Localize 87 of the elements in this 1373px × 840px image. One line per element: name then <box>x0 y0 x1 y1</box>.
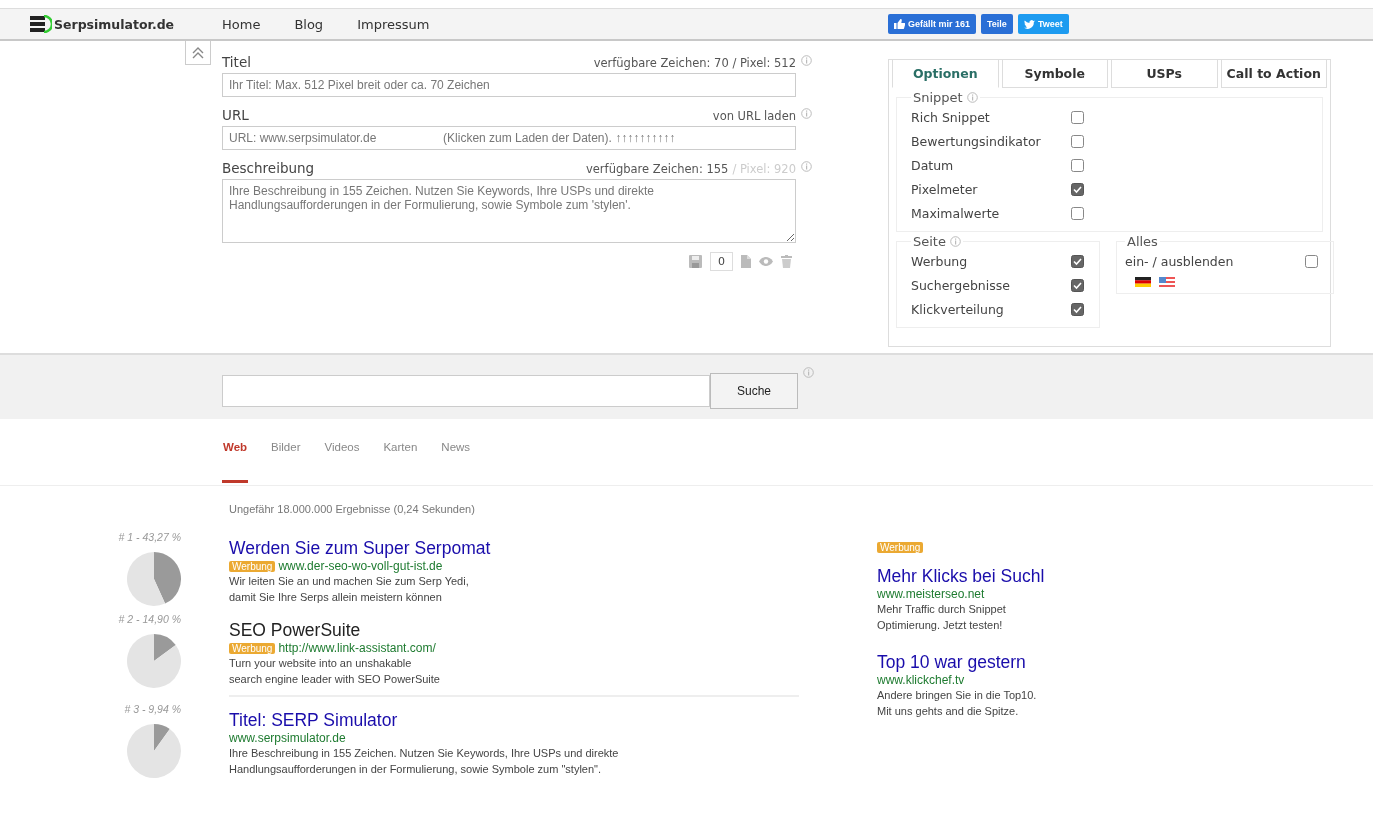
checkbox[interactable] <box>1071 182 1084 196</box>
checkbox[interactable] <box>1071 302 1084 316</box>
eye-icon[interactable] <box>759 257 773 266</box>
checkbox[interactable] <box>1071 134 1084 148</box>
nav-link[interactable]: Home <box>222 16 261 32</box>
ad-badge: Werbung <box>229 560 276 572</box>
checkbox[interactable] <box>1071 110 1084 124</box>
search-tab[interactable]: Videos <box>323 441 361 483</box>
option-label: Klickverteilung <box>911 301 1005 317</box>
result-title[interactable]: Werden Sie zum Super Serpomat <box>229 537 491 559</box>
double-chevron-up-icon <box>191 45 205 60</box>
input-field[interactable]: URL: www.serpsimulator.de (Klicken zum Laden der Daten). ↑↑↑↑↑↑↑↑↑↑ <box>222 126 796 150</box>
counter-text: verfügbare Zeichen: 155 <box>586 162 729 176</box>
checkbox[interactable] <box>1071 158 1084 172</box>
tab[interactable]: Symbole <box>1001 60 1108 88</box>
tab[interactable]: USPs <box>1111 60 1218 88</box>
result-url: http://www.link-assistant.com/ <box>278 641 436 655</box>
option-label: Werbung <box>911 253 969 269</box>
search-tab[interactable]: Karten <box>382 441 419 483</box>
checkbox[interactable] <box>1071 278 1084 292</box>
ad-title[interactable]: Mehr Klicks bei Suchl <box>877 565 1045 587</box>
option-label: Maximalwerte <box>911 205 1001 221</box>
counter-text: von URL laden <box>712 109 796 123</box>
checkbox[interactable] <box>1071 206 1084 220</box>
result-url: www.serpsimulator.de <box>229 731 346 745</box>
ad-title[interactable]: Top 10 war gestern <box>877 651 1045 673</box>
nav-link[interactable]: Blog <box>294 16 324 32</box>
rank-text: # 3 - 9,94 % <box>124 703 181 715</box>
ad-description: Mehr Traffic durch Snippet Optimierung. Jetzt testen! <box>877 602 1007 633</box>
field-label: Titel <box>222 54 251 70</box>
option-label: Datum <box>911 157 955 173</box>
bird-icon <box>1023 19 1035 29</box>
result-url: www.der-seo-wo-voll-gut-ist.de <box>278 559 443 573</box>
info-icon <box>801 55 812 66</box>
site-logo[interactable]: Serpsimulator.de <box>54 16 175 32</box>
info-icon <box>966 92 978 103</box>
option-label: ein- / ausblenden <box>1125 253 1235 269</box>
search-tab[interactable]: Web <box>222 441 249 483</box>
rank-text: # 1 - 43,27 % <box>118 531 181 543</box>
search-tab[interactable]: Bilder <box>270 441 302 483</box>
result-stats: Ungefähr 18.000.000 Ergebnisse (0,24 Sekunden) <box>229 503 476 515</box>
option-label: Suchergebnisse <box>911 277 1011 293</box>
result-description: Turn your website into an unshakable search engine leader with SEO PowerSuite <box>229 656 440 687</box>
logo-icon <box>30 15 52 33</box>
german-flag-icon[interactable] <box>1135 277 1151 287</box>
rank-text: # 2 - 14,90 % <box>118 613 181 625</box>
field-label: URL <box>222 107 249 123</box>
tab[interactable]: Optionen <box>892 60 999 88</box>
like-button[interactable]: Gefällt mir 161 <box>888 14 977 34</box>
option-label: Rich Snippet <box>911 109 991 125</box>
trash-icon[interactable] <box>781 255 792 268</box>
ad-url: www.klickchef.tv <box>877 673 965 687</box>
counter-text: verfügbare Zeichen: 70 / Pixel: 512 <box>593 56 796 70</box>
description-field[interactable]: Ihre Beschreibung in 155 Zeichen. Nutzen Sie Keywords, Ihre USPs und direkte Handlungsaufforderungen in der Formulierung, sowie Symbole zum 'stylen'. <box>222 179 796 243</box>
info-icon <box>801 161 812 172</box>
ad-url: www.meisterseo.net <box>877 587 985 601</box>
result-title[interactable]: Titel: SERP Simulator <box>229 709 619 731</box>
result-title[interactable]: SEO PowerSuite <box>229 619 440 641</box>
ad-description: Andere bringen Sie in die Top10. Mit uns gehts and die Spitze. <box>877 688 1038 719</box>
us-flag-icon[interactable] <box>1159 277 1175 287</box>
thumbs-up-icon <box>894 19 905 29</box>
info-icon <box>801 108 812 119</box>
info-icon <box>803 367 814 378</box>
field-label: Beschreibung <box>222 160 315 176</box>
ad-badge: Werbung <box>877 542 924 553</box>
search-button[interactable]: Suche <box>710 373 798 409</box>
checkbox[interactable] <box>1071 254 1084 268</box>
search-field[interactable] <box>222 375 710 407</box>
save-icon[interactable] <box>689 255 702 268</box>
tab[interactable]: Call to Action <box>1220 60 1327 88</box>
search-tab[interactable]: News <box>440 441 472 483</box>
info-icon <box>949 236 961 247</box>
group-legend: Alles <box>1127 234 1158 249</box>
checkbox[interactable] <box>1305 254 1318 268</box>
ad-badge: Werbung <box>229 642 276 654</box>
collapse-button[interactable] <box>185 41 211 65</box>
group-legend: Snippet <box>913 90 963 105</box>
document-icon[interactable] <box>741 255 751 268</box>
option-label: Bewertungsindikator <box>911 133 1042 149</box>
result-description: Ihre Beschreibung in 155 Zeichen. Nutzen Sie Keywords, Ihre USPs und direkte Handlungsaufforderungen in der Formulierung, sowie Symbole zum "stylen". <box>229 746 619 777</box>
group-legend: Seite <box>913 234 946 249</box>
count-badge: 0 <box>710 252 733 271</box>
share-button[interactable]: Teile <box>981 14 1013 34</box>
result-description: Wir leiten Sie an und machen Sie zum Serp Yedi, damit Sie Ihre Serps allein meistern können <box>229 574 470 605</box>
option-label: Pixelmeter <box>911 181 979 197</box>
input-field[interactable]: Ihr Titel: Max. 512 Pixel breit oder ca. 70 Zeichen <box>222 73 796 97</box>
nav-link[interactable]: Impressum <box>357 16 430 32</box>
